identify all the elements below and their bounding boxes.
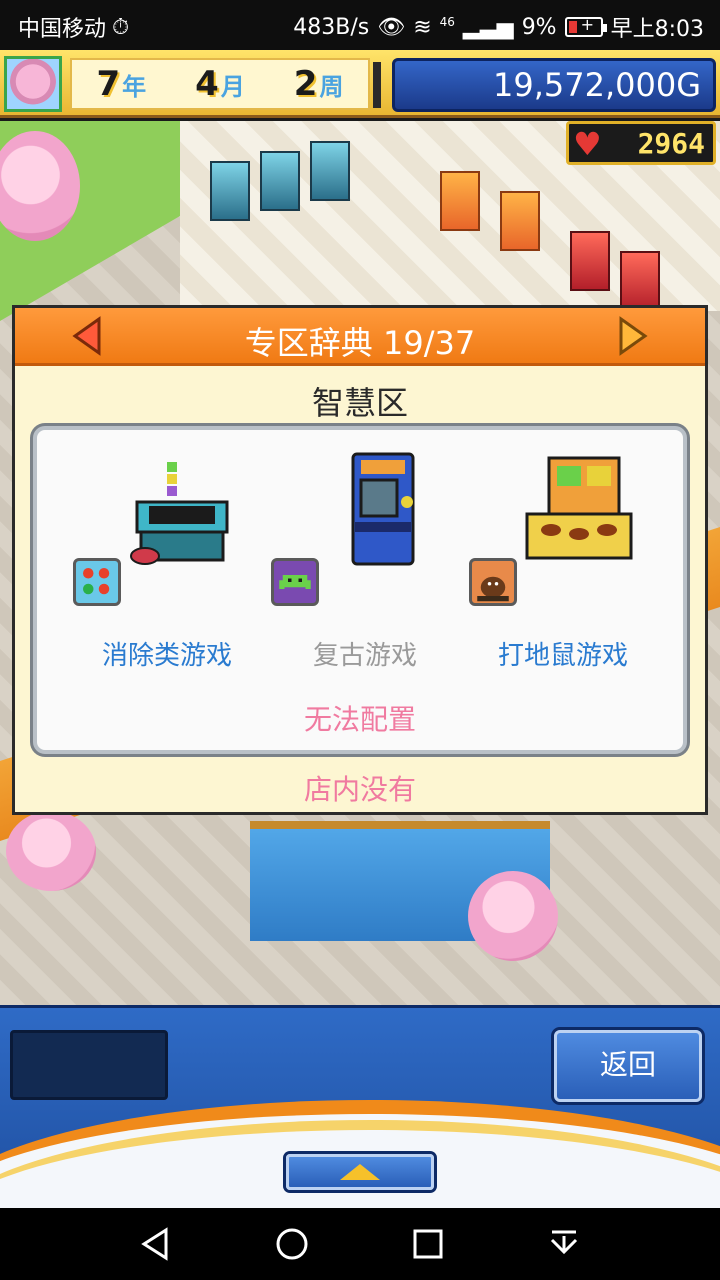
- game-label: 消除类游戏: [101, 641, 232, 671]
- pull-down-icon: [550, 1230, 578, 1255]
- whack-a-mole-machine-icon: [525, 456, 633, 560]
- popularity-counter: ♥ 2964: [566, 121, 716, 165]
- nav-recents-button[interactable]: [410, 1226, 446, 1262]
- year-number: 7: [96, 64, 121, 104]
- info-slot: [10, 1030, 168, 1100]
- arcade-machine: [440, 171, 480, 231]
- zone-name: 智慧区: [311, 384, 408, 422]
- nav-back-button[interactable]: [138, 1226, 174, 1262]
- arcade-machine: [500, 191, 540, 251]
- week-display: 2 周: [294, 64, 344, 104]
- week-number: 2: [293, 64, 318, 104]
- year-display: 7 年: [96, 64, 146, 104]
- slot-machine: [620, 251, 660, 311]
- puzzle-cabinet-icon: [130, 462, 229, 565]
- cherry-tree: [6, 811, 96, 891]
- popularity-value: 2964: [637, 127, 705, 160]
- eye-icon: 👁: [377, 14, 406, 40]
- mole-icon: [469, 558, 517, 606]
- zone-dictionary-dialog: 专区辞典 19/37 智慧区 消除类游戏 复古游戏 打地鼠游戏 无法配置 店内没…: [12, 305, 708, 815]
- back-button[interactable]: 返回: [554, 1030, 702, 1102]
- placement-status: 无法配置: [303, 703, 416, 736]
- triangle-back-icon: [141, 1227, 168, 1261]
- month-display: 4 月: [195, 64, 245, 104]
- month-number: 4: [195, 64, 219, 104]
- status-bar: 中国移动 ⏱ 483B/s 👁 ≋ 46 ▂▃▅ 9% + 早上8:03: [0, 0, 720, 50]
- battery-percent: 9%: [521, 14, 557, 40]
- arcade-machine: [310, 141, 350, 201]
- game-label: 复古游戏: [312, 641, 417, 671]
- circle-home-icon: [276, 1228, 308, 1260]
- carrier-name: 中国移动: [18, 17, 107, 42]
- puzzle-icon: [73, 558, 121, 606]
- network-speed: 483B/s: [293, 14, 370, 40]
- bottom-panel: 返回: [0, 1005, 720, 1208]
- next-page-button[interactable]: [615, 316, 651, 356]
- dialog-header: 专区辞典 19/37: [15, 308, 705, 366]
- arcade-machine: [260, 151, 300, 211]
- arrow-up-icon: [340, 1164, 380, 1180]
- nav-notification-button[interactable]: [546, 1226, 582, 1262]
- cherry-tree-thumbnail[interactable]: [4, 56, 62, 112]
- game-item-retro[interactable]: 复古游戏: [265, 430, 465, 680]
- system-nav-bar: [0, 1208, 720, 1280]
- month-unit: 月: [220, 73, 245, 101]
- store-status: 店内没有: [303, 773, 416, 806]
- slot-machine: [570, 231, 610, 291]
- game-label: 打地鼠游戏: [497, 641, 628, 671]
- alarm-icon: ⏱: [112, 14, 130, 40]
- top-hud: 7 年 4 月 2 周 19,572,000G: [0, 50, 720, 118]
- arrow-right-icon: [619, 316, 648, 356]
- game-item-whack-a-mole[interactable]: 打地鼠游戏: [463, 430, 663, 680]
- calendar-display: 7 年 4 月 2 周: [70, 58, 370, 110]
- signal-icon: ▂▃▅: [462, 14, 514, 40]
- dialog-title: 专区辞典 19/37: [244, 324, 476, 362]
- year-unit: 年: [122, 73, 147, 101]
- square-recents-icon: [413, 1229, 443, 1259]
- retro-arcade-cabinet-icon: [351, 452, 415, 566]
- hud-divider: [373, 62, 381, 108]
- nav-home-button[interactable]: [274, 1226, 310, 1262]
- heart-icon: ♥: [573, 125, 602, 163]
- expand-menu-button[interactable]: [286, 1154, 434, 1190]
- cherry-tree: [468, 871, 558, 961]
- battery-icon: +: [564, 15, 607, 37]
- wifi-icon: ≋: [413, 14, 432, 40]
- game-item-puzzle[interactable]: 消除类游戏: [67, 430, 267, 680]
- games-panel: 消除类游戏 复古游戏 打地鼠游戏 无法配置: [33, 426, 687, 754]
- space-invader-icon: [271, 558, 319, 606]
- network-type: 46: [439, 15, 455, 29]
- money-display: 19,572,000G: [392, 58, 716, 112]
- clock: 早上8:03: [610, 17, 704, 42]
- week-unit: 周: [319, 73, 344, 101]
- arcade-machine: [210, 161, 250, 221]
